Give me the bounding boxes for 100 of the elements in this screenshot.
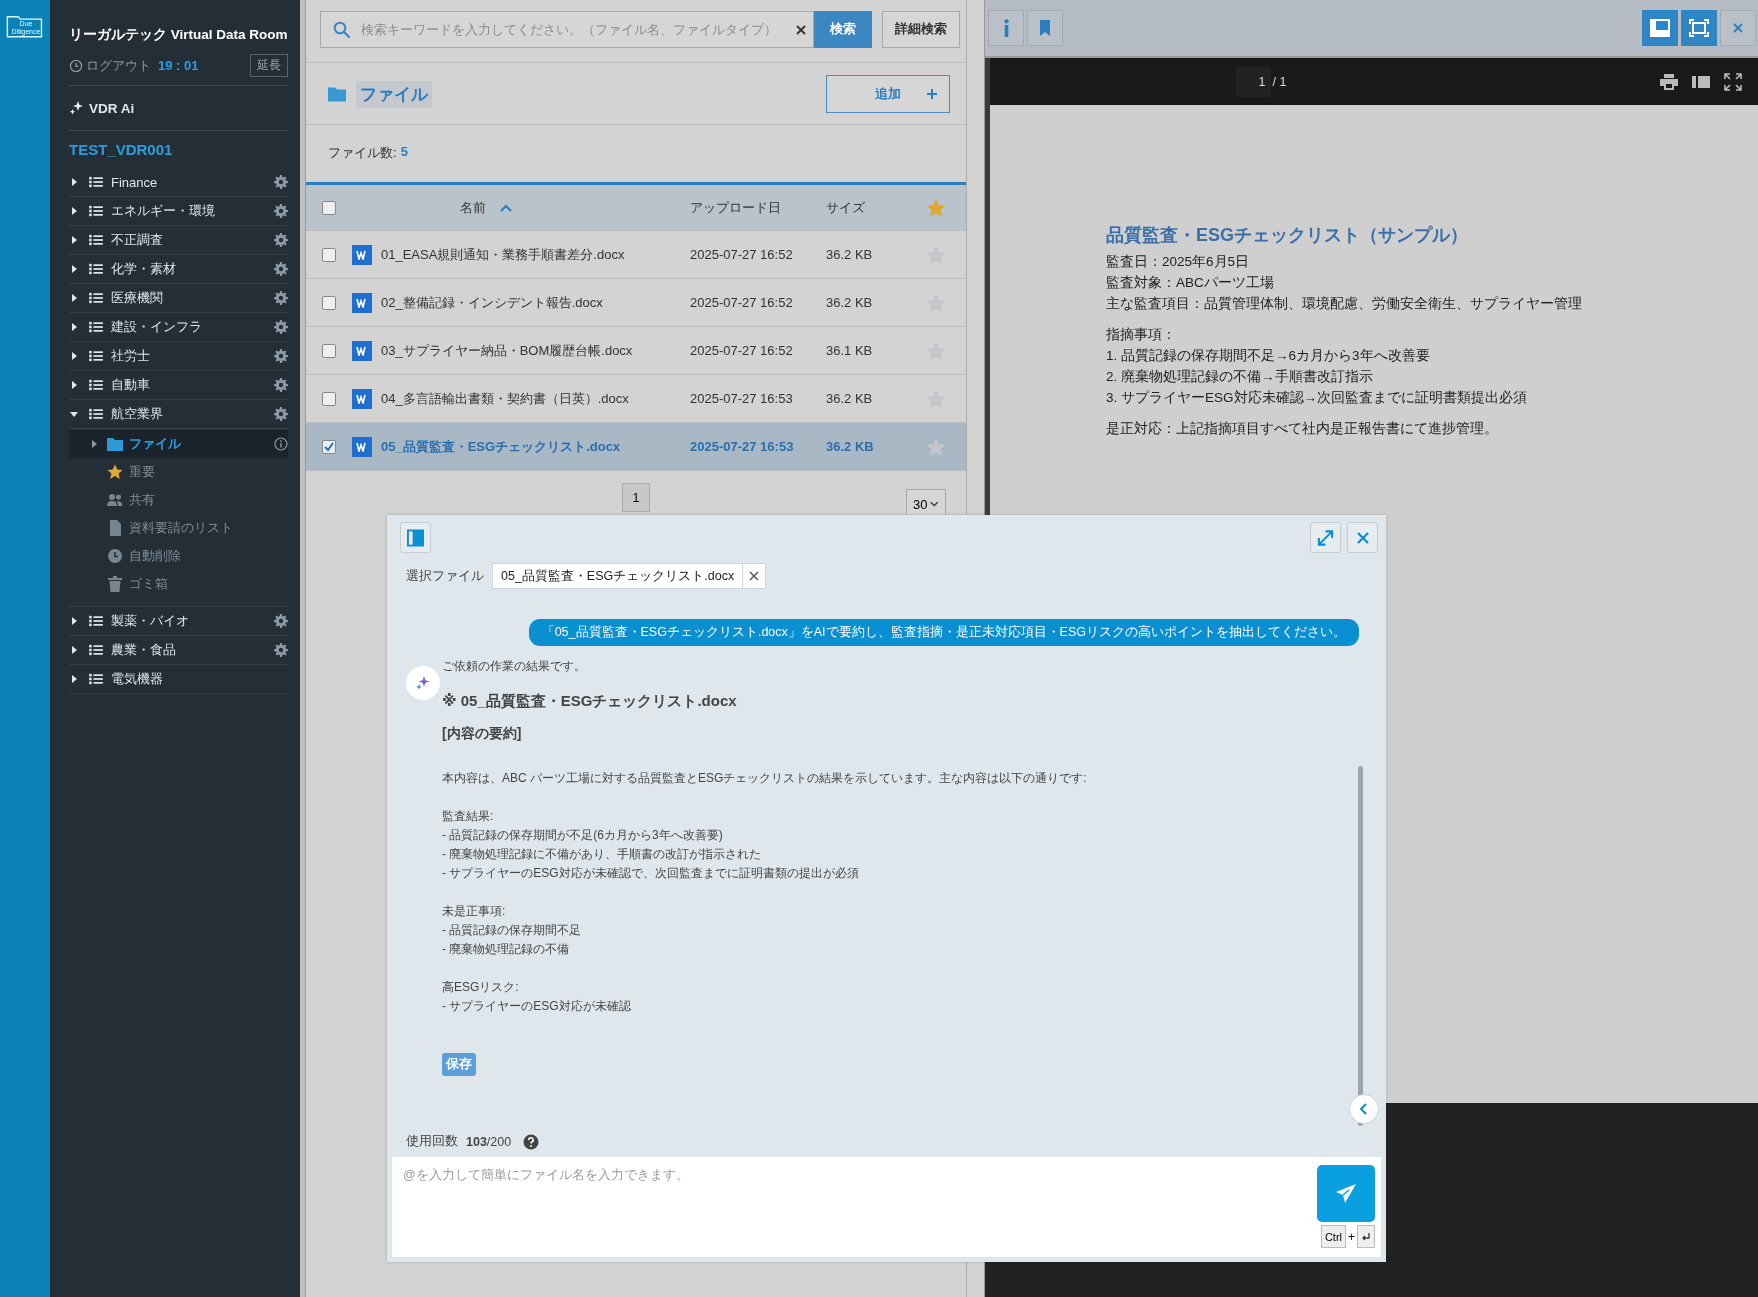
- search-button[interactable]: 検索: [814, 11, 872, 48]
- tree-item[interactable]: 共有: [69, 486, 288, 514]
- row-checkbox[interactable]: [322, 295, 336, 310]
- settings-icon[interactable]: [274, 643, 288, 657]
- row-checkbox[interactable]: [322, 391, 336, 406]
- select-all-checkbox[interactable]: [322, 200, 336, 215]
- folder-icon: [107, 436, 123, 452]
- file-row[interactable]: 03_サプライヤー納品・BOM履歴台帳.docx 2025-07-27 16:52 36.1 KB: [306, 327, 966, 375]
- enter-key-icon: [1357, 1225, 1375, 1248]
- tree-item[interactable]: 建設・インフラ: [69, 313, 288, 342]
- layout-button[interactable]: [1642, 10, 1678, 46]
- list-icon: [89, 205, 103, 217]
- reply-line: 本内容は、ABC パーツ工場に対する品質監査とESGチェックリストの結果を示しています。主な内容は以下の通りです:: [442, 770, 1088, 787]
- caret-icon: [89, 439, 99, 449]
- page-number-field[interactable]: 1: [1235, 66, 1271, 97]
- star-icon[interactable]: [926, 197, 946, 218]
- file-name[interactable]: 03_サプライヤー納品・BOM履歴台帳.docx: [381, 341, 633, 360]
- settings-icon[interactable]: [274, 349, 288, 363]
- advanced-search-button[interactable]: 詳細検索: [882, 11, 960, 48]
- ai-avatar-icon: [406, 666, 440, 700]
- tree-item[interactable]: 社労士: [69, 342, 288, 371]
- ai-link[interactable]: VDR Ai: [89, 100, 135, 116]
- scrollbar[interactable]: [1358, 766, 1363, 1126]
- settings-icon[interactable]: [274, 262, 288, 276]
- settings-icon[interactable]: [274, 614, 288, 628]
- fullscreen-icon[interactable]: [1724, 72, 1742, 91]
- upload-date: 2025-07-27 16:52: [690, 343, 794, 358]
- expand-button[interactable]: [1310, 522, 1341, 553]
- file-size: 36.2 KB: [826, 295, 874, 310]
- tree-item[interactable]: ファイル: [69, 430, 288, 458]
- page-button[interactable]: 1: [622, 483, 650, 512]
- help-icon[interactable]: [523, 1133, 540, 1150]
- info-icon[interactable]: [274, 437, 288, 451]
- tree-item[interactable]: 化学・素材: [69, 255, 288, 284]
- list-icon: [89, 234, 103, 246]
- tree-item[interactable]: 重要: [69, 458, 288, 486]
- message-composer[interactable]: @を入力して簡単にファイル名を入力できます。 Ctrl +: [392, 1157, 1381, 1257]
- reply-line: - 品質記録の保存期間が不足(6カ月から3年へ改善要): [442, 827, 724, 844]
- reply-line: - サプライヤーのESG対応が未確認: [442, 998, 632, 1015]
- tree-item[interactable]: Finance: [69, 168, 288, 197]
- document-line: 1. 品質記録の保存期間不足→6カ月から3年へ改善要: [1106, 347, 1431, 365]
- tree-item[interactable]: 医療機関: [69, 284, 288, 313]
- extend-button[interactable]: 延長: [250, 54, 288, 77]
- settings-icon[interactable]: [274, 204, 288, 218]
- tree-item[interactable]: 航空業界: [69, 400, 288, 429]
- sparkle-icon: [69, 100, 85, 116]
- reply-section-title: [内容の要約]: [442, 725, 523, 743]
- column-header[interactable]: サイズ: [826, 199, 865, 215]
- print-icon[interactable]: [1660, 72, 1678, 91]
- list-icon: [89, 263, 103, 275]
- settings-icon[interactable]: [274, 378, 288, 392]
- expand-icon: [1317, 528, 1334, 547]
- document-line: 監査日：2025年6月5日: [1106, 253, 1251, 271]
- document-line: 監査対象：ABCパーツ工場: [1106, 274, 1275, 292]
- info-button[interactable]: [988, 10, 1024, 46]
- clear-icon[interactable]: [795, 23, 807, 36]
- file-name[interactable]: 04_多言語輸出書類・契約書（日英）.docx: [381, 389, 629, 408]
- row-checkbox[interactable]: [322, 247, 336, 262]
- settings-icon[interactable]: [274, 175, 288, 189]
- file-row[interactable]: 02_整備記録・インシデント報告.docx 2025-07-27 16:52 36.2 KB: [306, 279, 966, 327]
- tree-item[interactable]: 自動車: [69, 371, 288, 400]
- tree-item[interactable]: 資料要請のリスト: [69, 514, 288, 542]
- usage-count: 103/200: [466, 1134, 512, 1149]
- tree-item[interactable]: 不正調査: [69, 226, 288, 255]
- close-button[interactable]: [1720, 10, 1756, 46]
- tree-item[interactable]: 自動削除: [69, 542, 288, 570]
- send-button[interactable]: [1317, 1165, 1375, 1222]
- tree-item[interactable]: ゴミ箱: [69, 570, 288, 598]
- settings-icon[interactable]: [274, 233, 288, 247]
- reply-line: 監査結果:: [442, 808, 495, 825]
- shortcut-key: Ctrl: [1320, 1225, 1346, 1248]
- tree-item[interactable]: 製薬・バイオ: [69, 607, 288, 636]
- upload-date: 2025-07-27 16:52: [690, 247, 794, 262]
- column-header[interactable]: アップロード日: [690, 199, 781, 215]
- panel-toggle-button[interactable]: [400, 522, 431, 553]
- tree-item[interactable]: 電気機器: [69, 665, 288, 694]
- chevron-down-icon: [930, 499, 939, 509]
- tree-item[interactable]: 農業・食品: [69, 636, 288, 665]
- settings-icon[interactable]: [274, 291, 288, 305]
- star-icon[interactable]: [926, 436, 946, 457]
- file-size: 36.1 KB: [826, 343, 874, 358]
- shortcut-plus: +: [1348, 1229, 1355, 1244]
- settings-icon[interactable]: [274, 320, 288, 334]
- file-row[interactable]: 01_EASA規則通知・業務手順書差分.docx 2025-07-27 16:52 36.2 KB: [306, 231, 966, 279]
- user-message: 「05_品質監査・ESGチェックリスト.docx」をAIで要約し、監査指摘・是正未対応項目・ESGリスクの高いポイントを抽出してください。: [528, 619, 1359, 646]
- bookmark-button[interactable]: [1027, 10, 1063, 46]
- file-name[interactable]: 01_EASA規則通知・業務手順書差分.docx: [381, 245, 625, 264]
- collapse-button[interactable]: [1349, 1094, 1379, 1124]
- column-header[interactable]: 名前: [460, 198, 486, 217]
- file-name[interactable]: 02_整備記録・インシデント報告.docx: [381, 293, 603, 312]
- search-input[interactable]: 検索キーワードを入力してください。（ファイル名、ファイルタイプ）: [359, 21, 787, 38]
- search-field[interactable]: 検索キーワードを入力してください。（ファイル名、ファイルタイプ）: [320, 11, 814, 48]
- row-checkbox[interactable]: [322, 343, 336, 358]
- settings-icon[interactable]: [274, 407, 288, 421]
- fit-screen-button[interactable]: [1681, 10, 1717, 46]
- panel-icon: [407, 528, 424, 547]
- upload-date: 2025-07-27 16:52: [690, 295, 794, 310]
- tree-item[interactable]: エネルギー・環境: [69, 197, 288, 226]
- close-button[interactable]: [1347, 522, 1378, 553]
- row-checkbox[interactable]: [322, 439, 336, 454]
